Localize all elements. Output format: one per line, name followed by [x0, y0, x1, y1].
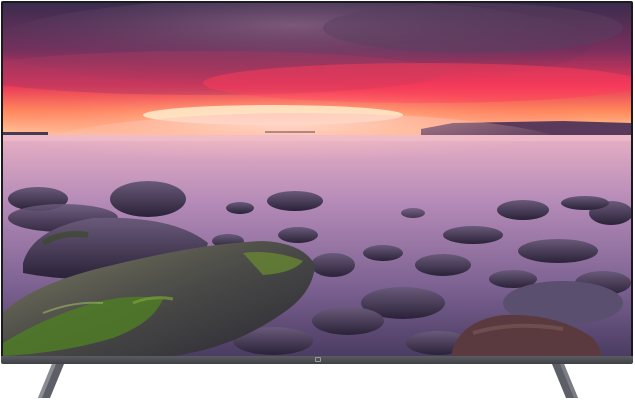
television — [0, 0, 635, 400]
tv-bottom-bezel — [1, 356, 633, 364]
tv-stand-left — [38, 364, 64, 398]
tv-stand-right — [552, 364, 578, 398]
brand-logo-icon — [315, 357, 321, 362]
tv-screen — [3, 3, 631, 356]
sunset-seascape-image — [3, 3, 631, 356]
